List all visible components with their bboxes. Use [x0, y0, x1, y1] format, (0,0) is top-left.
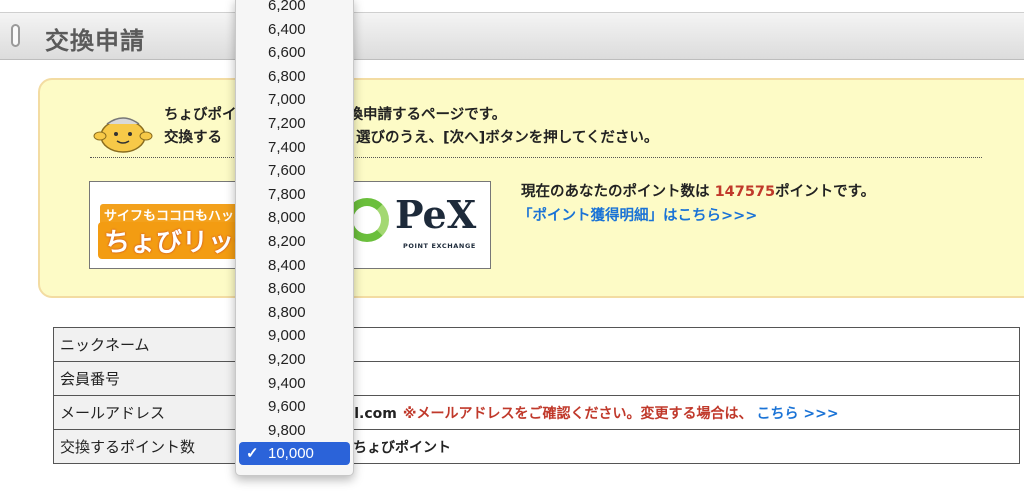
dropdown-option[interactable]: 7,200 [236, 112, 353, 135]
nickname-label: ニックネーム [53, 327, 246, 362]
dropdown-option-label: 7,600 [268, 162, 306, 180]
dropdown-option-label: 9,200 [268, 351, 306, 368]
dropdown-option-label: 10,000 [268, 445, 314, 463]
nickname-value [245, 327, 1020, 362]
dropdown-option-label: 9,600 [268, 398, 306, 416]
exchange-points-value: ちょびポイント [245, 429, 1020, 464]
points-unit: ちょびポイント [353, 439, 451, 456]
header-marker-icon [11, 24, 20, 47]
dropdown-option[interactable]: 9,600 [236, 395, 353, 418]
dropdown-option-label: 7,800 [268, 185, 306, 203]
page-header: 交換申請 [0, 12, 1024, 60]
dropdown-option[interactable]: 6,600 [236, 41, 353, 64]
dropdown-option[interactable]: 9,200 [236, 348, 353, 371]
table-row: 会員番号 [53, 361, 1020, 396]
dropdown-option[interactable]: 9,800 [236, 419, 353, 442]
dropdown-option[interactable]: 6,400 [236, 18, 353, 41]
points-value: 147575 [714, 184, 776, 200]
checkmark-icon: ✓ [246, 445, 259, 463]
dropdown-option-label: 9,400 [268, 374, 306, 392]
dropdown-option[interactable]: 6,800 [236, 65, 353, 88]
dropdown-option[interactable]: 7,800 [236, 183, 353, 206]
table-row: メールアドレス ail.com ※メールアドレスをご確認ください。変更する場合は、… [53, 395, 1020, 430]
email-value: ail.com ※メールアドレスをご確認ください。変更する場合は、 こちら >>> [245, 395, 1020, 430]
dropdown-option[interactable]: 7,000 [236, 88, 353, 111]
dropdown-option-label: 8,800 [268, 303, 306, 321]
dropdown-option[interactable]: 8,200 [236, 230, 353, 253]
dropdown-option[interactable]: 9,000 [236, 324, 353, 347]
dropdown-option-label: 8,000 [268, 209, 306, 227]
dropdown-option-label: 6,600 [268, 44, 306, 62]
dropdown-option[interactable]: 8,600 [236, 277, 353, 300]
point-history-link[interactable]: 「ポイント獲得明細」はこちら>>> [518, 204, 757, 225]
email-change-link[interactable]: こちら >>> [756, 406, 838, 422]
dropdown-option-label: 7,200 [268, 115, 306, 132]
current-points: 現在のあなたのポイント数は 147575ポイントです。 [521, 184, 876, 200]
page-title: 交換申請 [45, 27, 145, 55]
pex-subtitle: POINT EXCHANGE [403, 242, 476, 250]
member-number-label: 会員番号 [53, 361, 246, 396]
email-label: メールアドレス [53, 395, 246, 430]
pex-logo: PeX [395, 192, 477, 237]
table-row: ニックネーム [53, 327, 1020, 362]
dropdown-option[interactable]: 7,400 [236, 136, 353, 159]
dropdown-option-label: 9,000 [268, 327, 306, 345]
dropdown-option-label: 6,200 [268, 0, 306, 14]
points-select-dropdown[interactable]: 6,200 6,400 6,600 6,800 7,000 7,200 7,400 7,600… [235, 0, 354, 476]
email-warning: ※メールアドレスをご確認ください。変更する場合は、 [402, 405, 753, 422]
dropdown-option[interactable]: 8,000 [236, 206, 353, 229]
dropdown-option[interactable]: 6,200 [236, 0, 353, 17]
dropdown-option[interactable]: 9,400 [236, 372, 353, 395]
dropdown-option[interactable]: ✓ 10,000 [239, 442, 350, 466]
dropdown-option[interactable]: 8,800 [236, 301, 353, 324]
mascot-icon [93, 117, 153, 153]
member-number-value [245, 361, 1020, 396]
dropdown-option-label: 8,600 [268, 280, 306, 298]
dropdown-option[interactable]: 8,400 [236, 254, 353, 277]
dropdown-option-label: 7,000 [268, 91, 306, 109]
dropdown-option-label: 6,800 [268, 67, 306, 85]
dropdown-option[interactable]: 7,600 [236, 159, 353, 182]
exchange-points-label: 交換するポイント数 [53, 429, 246, 464]
dropdown-option-label: 8,400 [268, 256, 306, 274]
table-row: 交換するポイント数 ちょびポイント [53, 429, 1020, 464]
dropdown-option-label: 7,400 [268, 138, 306, 156]
dropdown-option-label: 6,400 [268, 20, 306, 38]
dropdown-option-label: 9,800 [268, 421, 306, 439]
dotted-divider [90, 157, 982, 158]
dropdown-option-label: 8,200 [268, 233, 306, 250]
member-info-table: ニックネーム 会員番号 メールアドレス ail.com ※メールアドレスをご確認く… [53, 327, 1020, 464]
